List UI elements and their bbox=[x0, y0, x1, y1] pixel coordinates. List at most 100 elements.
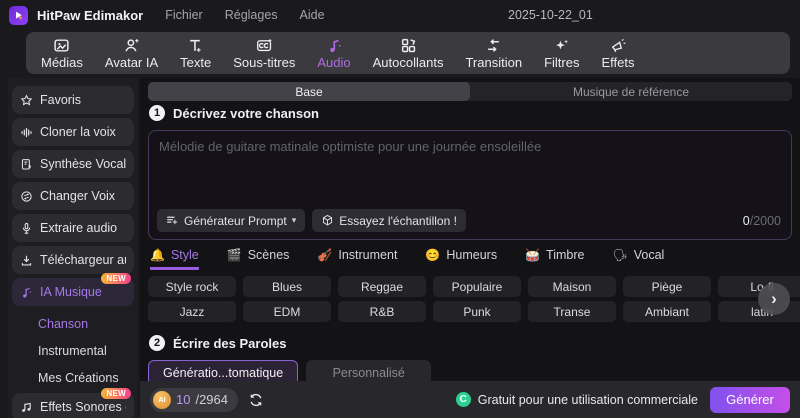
category-scenes[interactable]: 🎬 Scènes bbox=[227, 248, 290, 270]
chevron-down-icon: ▾ bbox=[291, 215, 297, 225]
sidebar-item-telechargeur-audio[interactable]: Téléchargeur au... bbox=[12, 246, 134, 274]
generate-button[interactable]: Générer bbox=[710, 386, 790, 413]
speaking-head-icon: 🗣 bbox=[612, 248, 628, 262]
app-name: HitPaw Edimakor bbox=[37, 7, 144, 23]
credits-total: /2964 bbox=[195, 392, 229, 407]
music-note-icon bbox=[326, 37, 343, 54]
category-humeurs[interactable]: 😊 Humeurs bbox=[425, 248, 497, 270]
tab-sous-titres[interactable]: Sous-titres bbox=[222, 32, 306, 74]
scroll-next-button[interactable]: › bbox=[758, 283, 790, 315]
sidebar-item-favoris[interactable]: Favoris bbox=[12, 86, 134, 114]
magic-effects-icon bbox=[609, 37, 626, 54]
violin-icon: 🎻 bbox=[317, 248, 333, 262]
genre-punk[interactable]: Punk bbox=[433, 301, 521, 322]
section-title: Décrivez votre chanson bbox=[173, 105, 319, 121]
lyrics-mode-tabs: Génératio...tomatique Personnalisé bbox=[148, 360, 432, 381]
transition-arrows-icon bbox=[485, 37, 502, 54]
download-icon bbox=[21, 255, 32, 266]
main-toolbar: Médias Avatar IA Texte Sous-titres Audio bbox=[26, 32, 790, 74]
tab-medias[interactable]: Médias bbox=[30, 32, 94, 74]
tab-transition[interactable]: Transition bbox=[454, 32, 533, 74]
tab-base[interactable]: Base bbox=[148, 82, 470, 101]
text-icon bbox=[187, 37, 204, 54]
song-description-box: Générateur Prompt ▾ Essayez l'échantillo… bbox=[148, 130, 792, 240]
tab-personnalise[interactable]: Personnalisé bbox=[306, 360, 432, 381]
category-timbre[interactable]: 🥁 Timbre bbox=[525, 248, 584, 270]
sidebar-subitem-chanson[interactable]: Chanson bbox=[8, 310, 138, 337]
step-number: 1 bbox=[149, 105, 165, 121]
category-instrument[interactable]: 🎻 Instrument bbox=[317, 248, 397, 270]
menu-fichier[interactable]: Fichier bbox=[165, 8, 203, 22]
media-icon bbox=[53, 37, 70, 54]
description-actions: Générateur Prompt ▾ Essayez l'échantillo… bbox=[157, 209, 781, 232]
tab-texte[interactable]: Texte bbox=[169, 32, 222, 74]
genre-transe[interactable]: Transe bbox=[528, 301, 616, 322]
section-write-lyrics: 2 Écrire des Paroles bbox=[149, 335, 286, 351]
sidebar-item-changer-voix[interactable]: Changer Voix bbox=[12, 182, 134, 210]
sidebar-item-extraire-audio[interactable]: Extraire audio bbox=[12, 214, 134, 242]
genre-maison[interactable]: Maison bbox=[528, 276, 616, 297]
sparkle-icon bbox=[553, 37, 570, 54]
refresh-icon bbox=[250, 393, 262, 406]
tab-effets[interactable]: Effets bbox=[590, 32, 645, 74]
tab-avatar-ia[interactable]: Avatar IA bbox=[94, 32, 169, 74]
genre-piege[interactable]: Piège bbox=[623, 276, 711, 297]
prompt-generator-button[interactable]: Générateur Prompt ▾ bbox=[157, 209, 306, 232]
waveform-icon bbox=[21, 127, 32, 137]
app-window: HitPaw Edimakor Fichier Réglages Aide 20… bbox=[0, 0, 800, 418]
doc-mic-icon bbox=[21, 158, 31, 169]
sidebar-item-cloner-la-voix[interactable]: Cloner la voix bbox=[12, 118, 134, 146]
commercial-license-icon: C bbox=[455, 392, 471, 407]
category-style[interactable]: 🔔 Style bbox=[150, 248, 199, 270]
genre-edm[interactable]: EDM bbox=[243, 301, 331, 322]
section-title: Écrire des Paroles bbox=[173, 335, 287, 351]
tab-audio[interactable]: Audio bbox=[306, 32, 361, 74]
song-description-input[interactable] bbox=[149, 131, 791, 203]
char-counter: 0/2000 bbox=[742, 213, 781, 228]
chevron-right-icon: › bbox=[771, 289, 777, 308]
app-logo-icon bbox=[9, 5, 28, 25]
sidebar-item-synthese-vocale[interactable]: Synthèse Vocale bbox=[12, 150, 134, 178]
genre-ambiant[interactable]: Ambiant bbox=[623, 301, 711, 322]
star-icon bbox=[20, 93, 33, 106]
genre-populaire[interactable]: Populaire bbox=[433, 276, 521, 297]
step-number: 2 bbox=[149, 335, 165, 351]
genre-rnb[interactable]: R&B bbox=[338, 301, 426, 322]
avatar-icon bbox=[123, 37, 140, 54]
sidebar-item-ia-musique[interactable]: IA Musique NEW bbox=[12, 273, 134, 306]
license-text: Gratuit pour une utilisation commerciale bbox=[477, 392, 698, 407]
genre-blues[interactable]: Blues bbox=[243, 276, 331, 297]
try-sample-button[interactable]: Essayez l'échantillon ! bbox=[312, 209, 466, 232]
music-note-icon bbox=[23, 287, 31, 297]
tab-musique-de-reference[interactable]: Musique de référence bbox=[470, 82, 792, 101]
refresh-credits-button[interactable] bbox=[248, 392, 264, 408]
menu-reglages[interactable]: Réglages bbox=[225, 8, 278, 22]
genre-reggae[interactable]: Reggae bbox=[338, 276, 426, 297]
new-badge: NEW bbox=[101, 388, 131, 399]
credits-pill: AI 10 /2964 bbox=[150, 387, 239, 412]
document-title: 2025-10-22_01 bbox=[508, 8, 593, 22]
smiley-icon: 😊 bbox=[425, 248, 441, 262]
genre-style-rock[interactable]: Style rock bbox=[148, 276, 236, 297]
category-vocal[interactable]: 🗣 Vocal bbox=[612, 248, 664, 270]
clapper-icon: 🎬 bbox=[226, 248, 242, 262]
genre-row-2: Jazz EDM R&B Punk Transe Ambiant latin bbox=[148, 301, 800, 322]
bell-icon: 🔔 bbox=[150, 248, 165, 262]
sidebar-subitem-instrumental[interactable]: Instrumental bbox=[8, 337, 138, 364]
genre-jazz[interactable]: Jazz bbox=[148, 301, 236, 322]
footer-bar: AI 10 /2964 C Gratuit pour une utilisati… bbox=[140, 381, 800, 418]
genre-row-1: Style rock Blues Reggae Populaire Maison… bbox=[148, 276, 800, 297]
microphone-icon bbox=[22, 222, 31, 234]
title-bar: HitPaw Edimakor Fichier Réglages Aide 20… bbox=[0, 0, 800, 30]
stickers-icon bbox=[400, 37, 417, 54]
tab-autocollants[interactable]: Autocollants bbox=[362, 32, 455, 74]
new-badge: NEW bbox=[101, 273, 131, 284]
tab-filtres[interactable]: Filtres bbox=[533, 32, 590, 74]
menu-aide[interactable]: Aide bbox=[300, 8, 325, 22]
section-describe-song: 1 Décrivez votre chanson bbox=[149, 105, 319, 121]
sidebar-item-effets-sonores[interactable]: Effets Sonores d... NEW bbox=[12, 388, 134, 418]
tab-generation-automatique[interactable]: Génératio...tomatique bbox=[148, 360, 299, 381]
sidebar: Favoris Cloner la voix Synthèse Vocale C… bbox=[8, 78, 138, 418]
sidebar-subitem-mes-creations[interactable]: Mes Créations bbox=[8, 364, 138, 391]
subtitles-icon bbox=[256, 37, 273, 54]
